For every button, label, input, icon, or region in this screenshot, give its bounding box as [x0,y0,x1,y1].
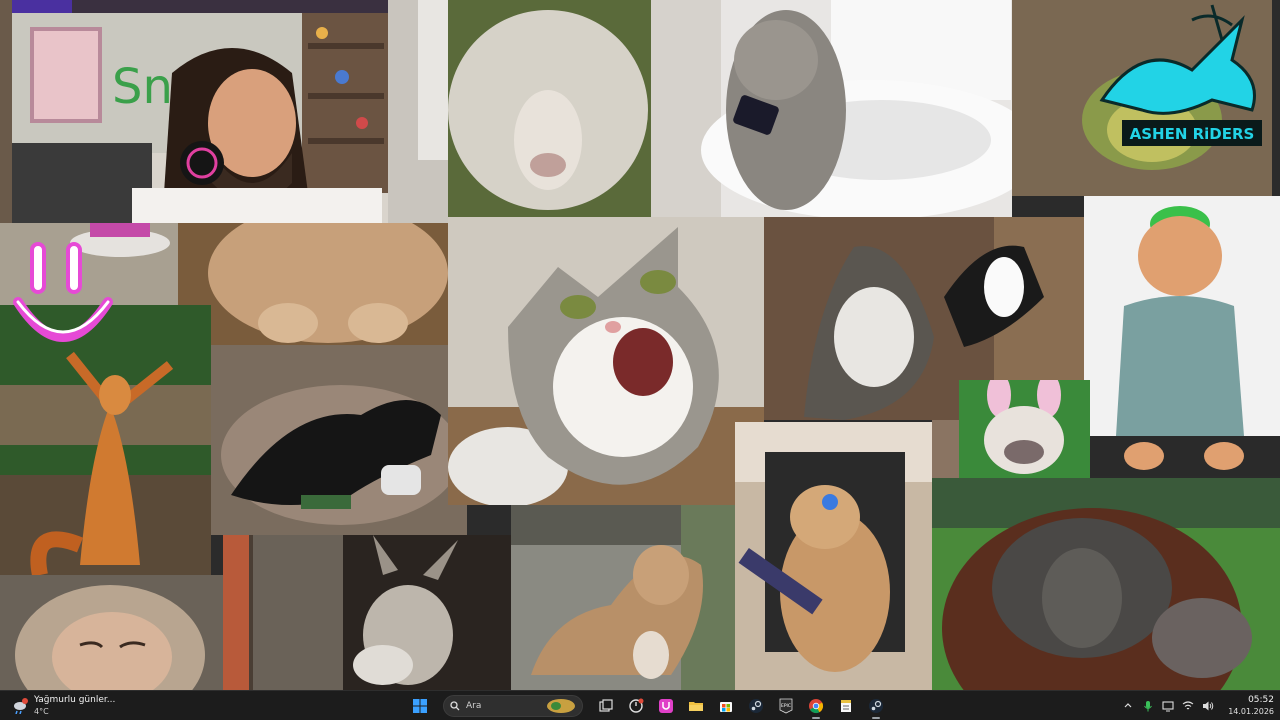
chrome-button[interactable] [803,693,829,719]
windows-icon [413,699,427,713]
search-icon [450,701,460,711]
wall-icon [0,0,12,223]
steam-icon [869,699,883,713]
weather-temp: 4°C [34,707,49,716]
wall-icon [12,0,388,13]
smile-logo-icon [8,232,118,352]
pink-app-button[interactable] [653,693,679,719]
chrome-icon [809,699,824,714]
volume-icon[interactable] [1202,700,1214,712]
search-label: Ara [466,701,482,711]
system-tray: 05:52 14.01.2026 [1122,693,1274,719]
folder-icon [689,702,703,711]
svg-text:Sn: Sn [112,59,173,115]
steam-active-button[interactable] [863,693,889,719]
wall-icon [932,420,959,478]
task-view-button[interactable] [593,693,619,719]
rain-cloud-icon [12,698,28,715]
desktop-wallpaper: Sn ASHEN RiDERS [0,0,1280,690]
notepad-icon [841,700,851,712]
display-icon[interactable] [1162,700,1174,712]
task-view-icon [599,699,613,712]
wall-icon [388,0,448,223]
search-highlight-icon [547,699,575,713]
sheep-icon [448,0,651,217]
ashen-riders-logo-text: ASHEN RiDERS [1130,125,1255,143]
ashen-riders-tile: ASHEN RiDERS [1012,0,1272,196]
steam-button[interactable] [743,693,769,719]
weather-title: Yağmurlu günler... [34,695,116,705]
svg-text:EPIC: EPIC [781,703,791,709]
donkey-icon [223,535,511,690]
cat-in-shirt-icon [1084,196,1280,476]
start-button[interactable] [407,693,433,719]
clock-time: 05:52 [1248,695,1274,705]
taskbar-clock[interactable]: 05:52 14.01.2026 [1228,695,1274,717]
pink-app-icon [659,699,673,713]
chevron-up-icon[interactable] [1122,700,1134,712]
wifi-icon[interactable] [1182,700,1194,712]
dogs-street-icon [511,505,735,690]
screaming-cat-icon [448,217,764,505]
gaming-cat-icon [735,422,932,690]
clock-app-icon [629,698,644,713]
cat-on-toilet-icon [651,0,1012,217]
microphone-icon[interactable] [1142,700,1154,712]
clock-date: 14.01.2026 [1228,707,1274,716]
streamer-webcam-icon: Sn [12,13,388,223]
microsoft-store-button[interactable] [713,693,739,719]
store-icon [720,702,732,712]
taskbar-center: Ara EPIC [407,693,889,719]
bulldog-bunny-ears-icon [959,380,1090,478]
epic-games-button[interactable]: EPIC [773,693,799,719]
weather-widget[interactable]: Yağmurlu günler... 4°C [12,693,115,719]
big-cat-icon [178,223,448,345]
file-explorer-button[interactable] [683,693,709,719]
taskbar: Yağmurlu günler... 4°C Ara EPIC 05:52 14… [0,690,1280,720]
notepad-button[interactable] [833,693,859,719]
clock-app-button[interactable] [623,693,649,719]
black-dog-icon [211,345,467,535]
search-input[interactable]: Ara [443,695,583,717]
orangutan-icon [932,478,1280,690]
epic-games-icon: EPIC [779,698,793,714]
monkey-icon [0,575,223,690]
steam-icon [749,699,763,713]
